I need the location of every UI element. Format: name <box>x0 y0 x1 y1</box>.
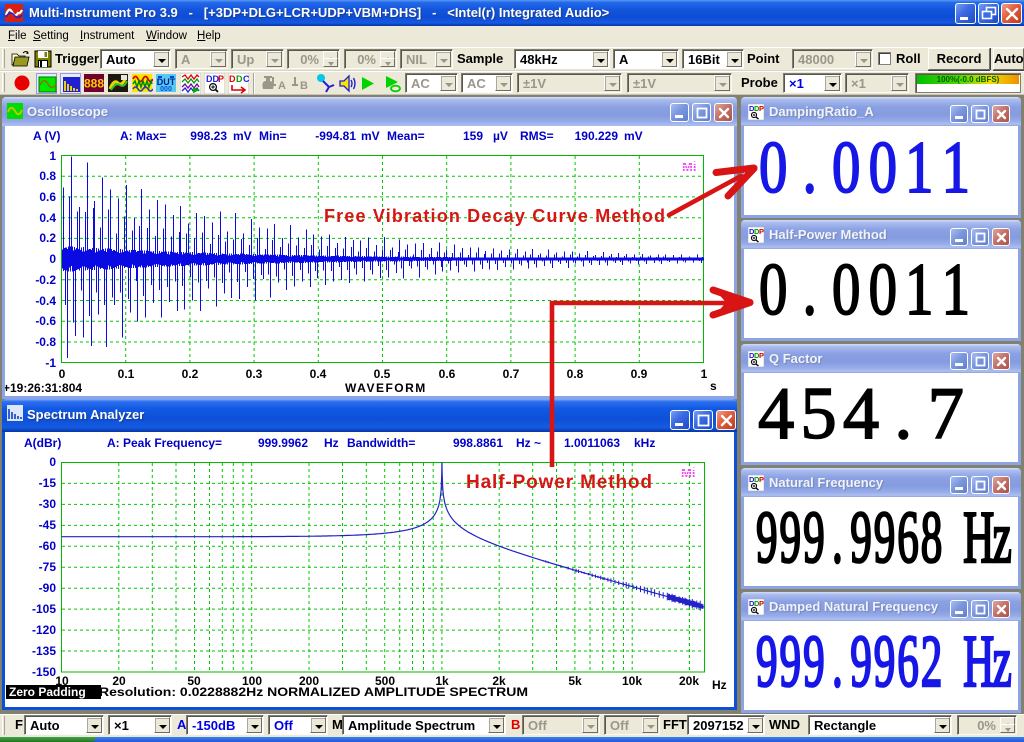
svg-text:Free Vibration Decay Curve Met: Free Vibration Decay Curve Method <box>324 206 665 226</box>
svg-text:Half-Power Method: Half-Power Method <box>466 472 652 493</box>
